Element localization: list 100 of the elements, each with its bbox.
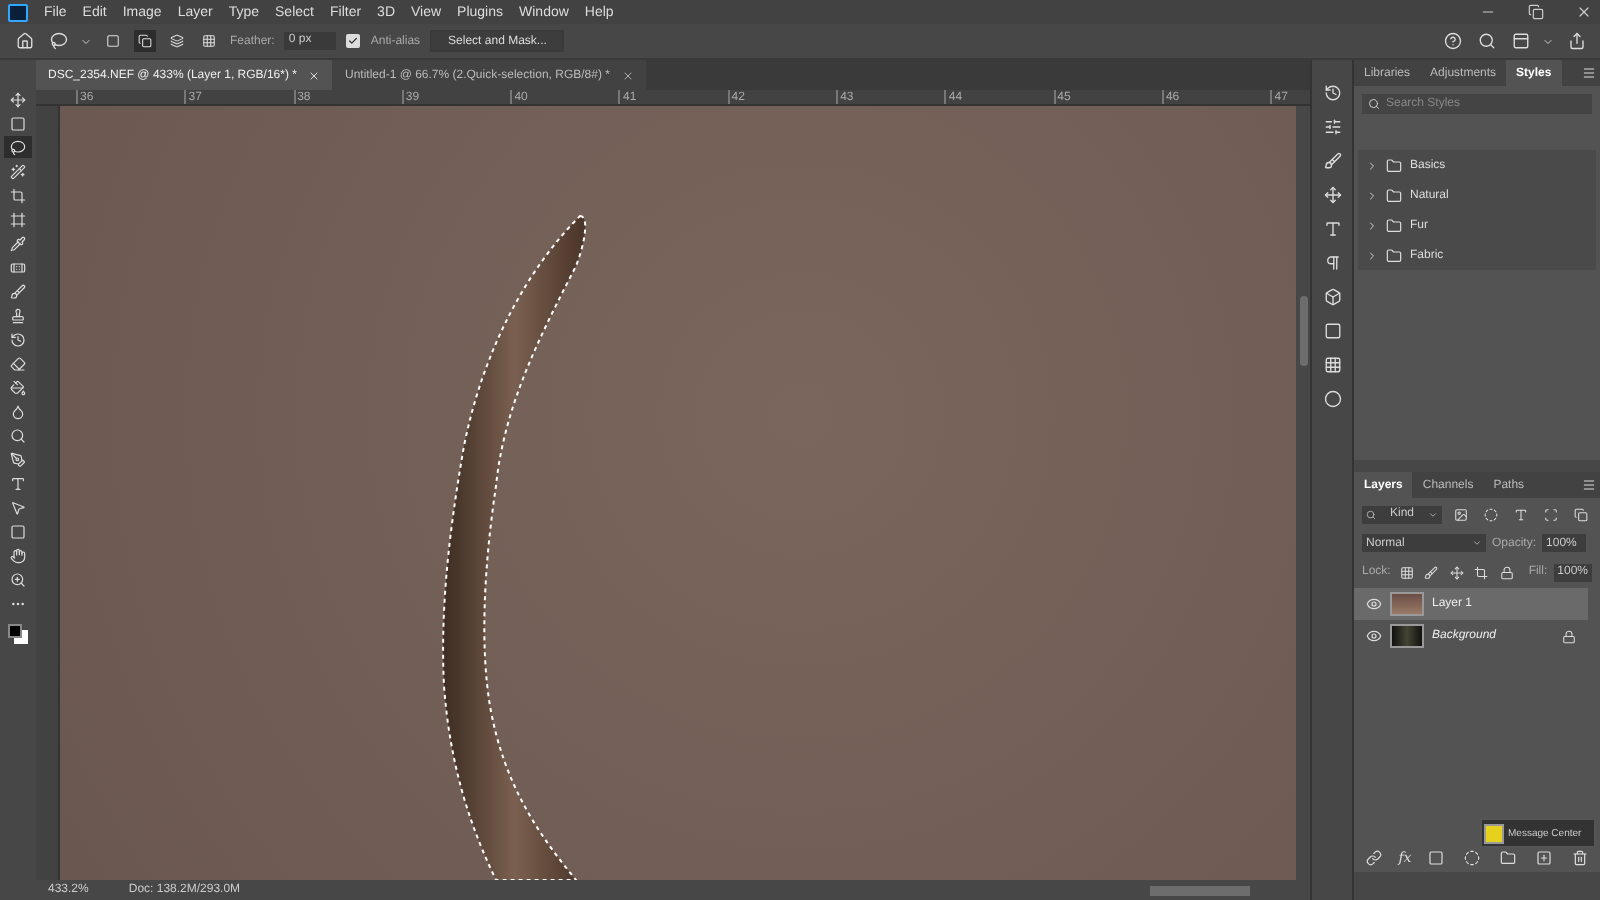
wand-tool-icon <box>10 163 26 179</box>
tool-button[interactable] <box>4 136 32 158</box>
layer-action-button[interactable] <box>1459 846 1484 870</box>
lock-option-icon <box>1474 565 1489 579</box>
panel-icon <box>1323 83 1341 101</box>
message-icon <box>1484 823 1504 843</box>
layer-thumbnail <box>1390 624 1424 648</box>
color-swatches-icon[interactable] <box>8 624 28 644</box>
selection-mode-icon <box>170 34 184 48</box>
folder-icon <box>1386 217 1402 233</box>
workspace-button[interactable] <box>1508 29 1532 53</box>
filter-icon <box>1513 507 1527 521</box>
eraser-tool-icon <box>10 355 26 371</box>
close-icon <box>621 69 634 81</box>
type-tool-icon <box>10 475 26 491</box>
share-button[interactable] <box>1564 29 1588 53</box>
close-icon <box>308 69 321 81</box>
panel-icon-button[interactable] <box>1320 386 1344 410</box>
layer-action-icon <box>1463 850 1480 866</box>
move-tool-icon <box>10 91 26 107</box>
search-icon <box>1477 32 1495 50</box>
visibility-toggle[interactable] <box>1366 628 1382 644</box>
layer-action-icon <box>1571 850 1588 866</box>
layer-action-button[interactable] <box>1495 846 1520 870</box>
selection-mode-icon <box>106 34 120 48</box>
eye-icon <box>1366 596 1382 612</box>
selection-mode-button[interactable] <box>134 30 156 52</box>
filter-icon <box>1483 507 1497 521</box>
layer-action-button[interactable] <box>1423 846 1448 870</box>
panel-icon-button[interactable] <box>1320 284 1344 308</box>
home-button[interactable] <box>12 29 36 53</box>
selection-mode-button[interactable] <box>102 30 124 52</box>
scrollbar-thumb[interactable] <box>1150 885 1250 895</box>
panel-icon-button[interactable] <box>1320 216 1344 240</box>
filter-icon <box>1453 507 1467 521</box>
search-icon <box>1366 509 1376 519</box>
lock-button[interactable] <box>1421 560 1442 584</box>
caret-icon <box>1472 538 1482 548</box>
search-button[interactable] <box>1474 29 1498 53</box>
shape-tool-icon <box>10 523 26 539</box>
stamp-tool-icon <box>10 307 26 323</box>
panel-icon <box>1323 219 1341 237</box>
chevron-icon <box>1366 249 1378 261</box>
checkmark-icon <box>348 36 359 46</box>
eye-icon <box>1366 628 1382 644</box>
panel-icon <box>1323 185 1341 203</box>
lasso-tool-icon <box>10 139 26 155</box>
zoom-tool-icon <box>10 571 26 587</box>
close-icon <box>1576 4 1592 20</box>
panel-icon <box>1323 355 1341 373</box>
scrollbar-thumb[interactable] <box>1299 296 1307 366</box>
search-icon <box>1368 98 1380 110</box>
lock-option-icon <box>1449 565 1464 579</box>
link-button[interactable] <box>1362 846 1387 870</box>
heal-tool-icon <box>10 259 26 275</box>
blur-tool-icon <box>10 403 26 419</box>
folder-icon <box>1386 157 1402 173</box>
chevron-icon <box>1366 219 1378 231</box>
selection-mode-button[interactable] <box>198 30 220 52</box>
anti-alias-checkbox[interactable] <box>346 34 361 48</box>
link-icon <box>1366 850 1383 866</box>
help-icon <box>1443 32 1461 50</box>
panel-icon <box>1323 287 1341 305</box>
chevron-icon <box>1366 189 1378 201</box>
panel-icon <box>1323 117 1341 135</box>
menu-icon <box>1581 66 1595 80</box>
lasso-preset-button[interactable] <box>46 29 70 53</box>
pen-tool-icon <box>10 451 26 467</box>
bucket-tool-icon <box>10 379 26 395</box>
selection-mode-icon <box>202 34 216 48</box>
panel-icon-button[interactable] <box>1320 114 1344 138</box>
caret-icon <box>1542 35 1554 47</box>
panel-icon-button[interactable] <box>1320 318 1344 342</box>
path-tool-icon <box>10 499 26 515</box>
visibility-toggle[interactable] <box>1366 596 1382 612</box>
frame-tool-icon <box>10 211 26 227</box>
layer-action-icon <box>1535 850 1552 866</box>
filter-icon <box>1543 507 1557 521</box>
lasso-icon <box>49 32 67 50</box>
filter-icon <box>1573 507 1587 521</box>
layer-action-button[interactable] <box>1531 846 1556 870</box>
folder-icon <box>1386 247 1402 263</box>
lock-option-icon <box>1500 565 1515 579</box>
home-icon <box>15 32 33 50</box>
crop-tool-icon <box>10 187 26 203</box>
help-button[interactable] <box>1440 29 1464 53</box>
eyedropper-tool-icon <box>10 235 26 251</box>
layer-action-icon <box>1427 850 1444 866</box>
restore-icon <box>1528 4 1544 20</box>
panel-icon-button[interactable] <box>1320 182 1344 206</box>
panel-icon-button[interactable] <box>1320 148 1344 172</box>
selection-mode-button[interactable] <box>166 30 188 52</box>
selection-mode-icon <box>138 34 152 48</box>
app-logo-icon <box>8 3 28 21</box>
caret-icon <box>1427 509 1438 519</box>
panel-icon-button[interactable] <box>1320 352 1344 376</box>
panel-icon-button[interactable] <box>1320 80 1344 104</box>
lock-icon <box>1562 629 1576 643</box>
folder-icon <box>1386 187 1402 203</box>
panel-icon <box>1323 253 1341 271</box>
